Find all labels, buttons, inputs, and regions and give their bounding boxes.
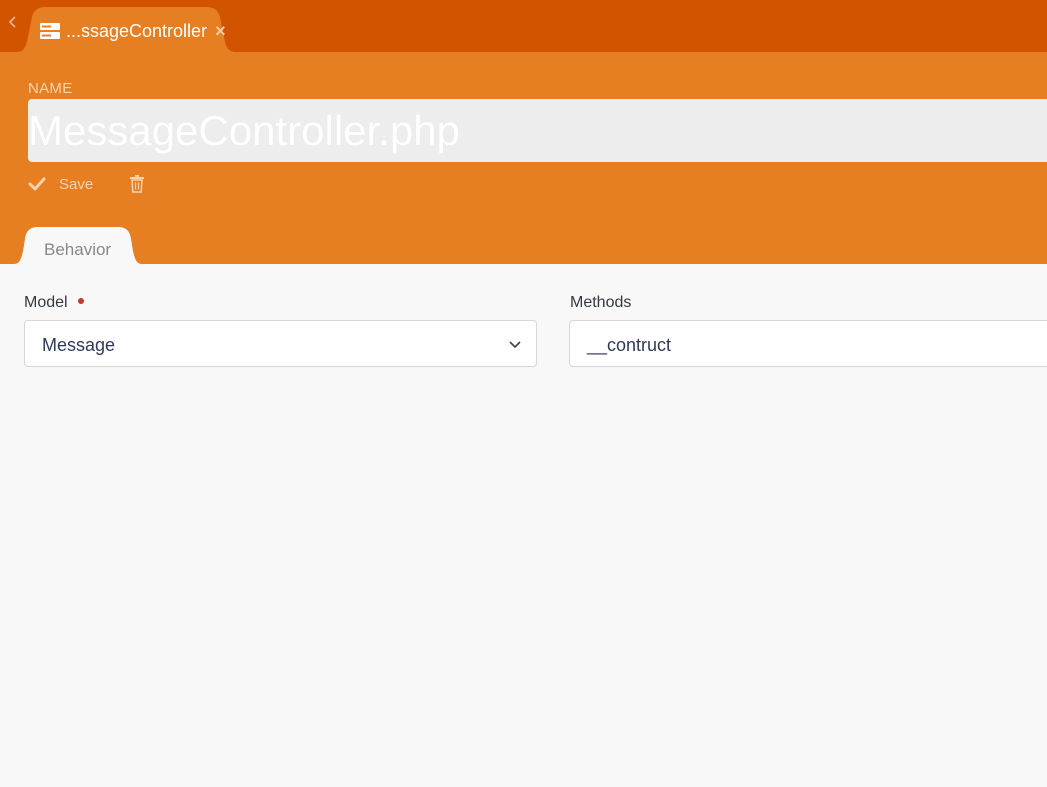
required-indicator (78, 298, 84, 304)
file-tab-content: ...ssageController × (40, 19, 226, 43)
model-select[interactable]: Message (24, 320, 537, 367)
close-icon[interactable]: × (215, 21, 226, 42)
save-button[interactable]: Save (59, 176, 93, 193)
trash-icon[interactable] (129, 175, 145, 193)
model-label: Model (24, 294, 68, 311)
server-icon (40, 23, 60, 39)
record-actions: Save (28, 174, 145, 194)
tab-behavior-label: Behavior (44, 240, 112, 259)
name-input[interactable]: MessageController.php (28, 99, 1047, 162)
check-icon[interactable] (28, 176, 46, 192)
file-tab[interactable]: ...ssageController × (16, 7, 236, 52)
name-label: NAME (28, 80, 73, 97)
behavior-panel: Model Message Methods __contruct (0, 264, 1047, 787)
tab-bar: ...ssageController × (0, 0, 1047, 52)
methods-input[interactable]: __contruct (569, 320, 1047, 367)
file-tab-title: ...ssageController (66, 20, 208, 41)
methods-label: Methods (570, 294, 632, 311)
model-select-value: Message (42, 335, 116, 355)
name-input-value: MessageController.php (28, 107, 460, 154)
record-header: NAME MessageController.php Save Behavior (0, 52, 1047, 264)
methods-input-value: __contruct (587, 335, 672, 355)
tab-behavior[interactable]: Behavior (14, 227, 142, 264)
chevron-down-icon[interactable] (508, 338, 522, 350)
